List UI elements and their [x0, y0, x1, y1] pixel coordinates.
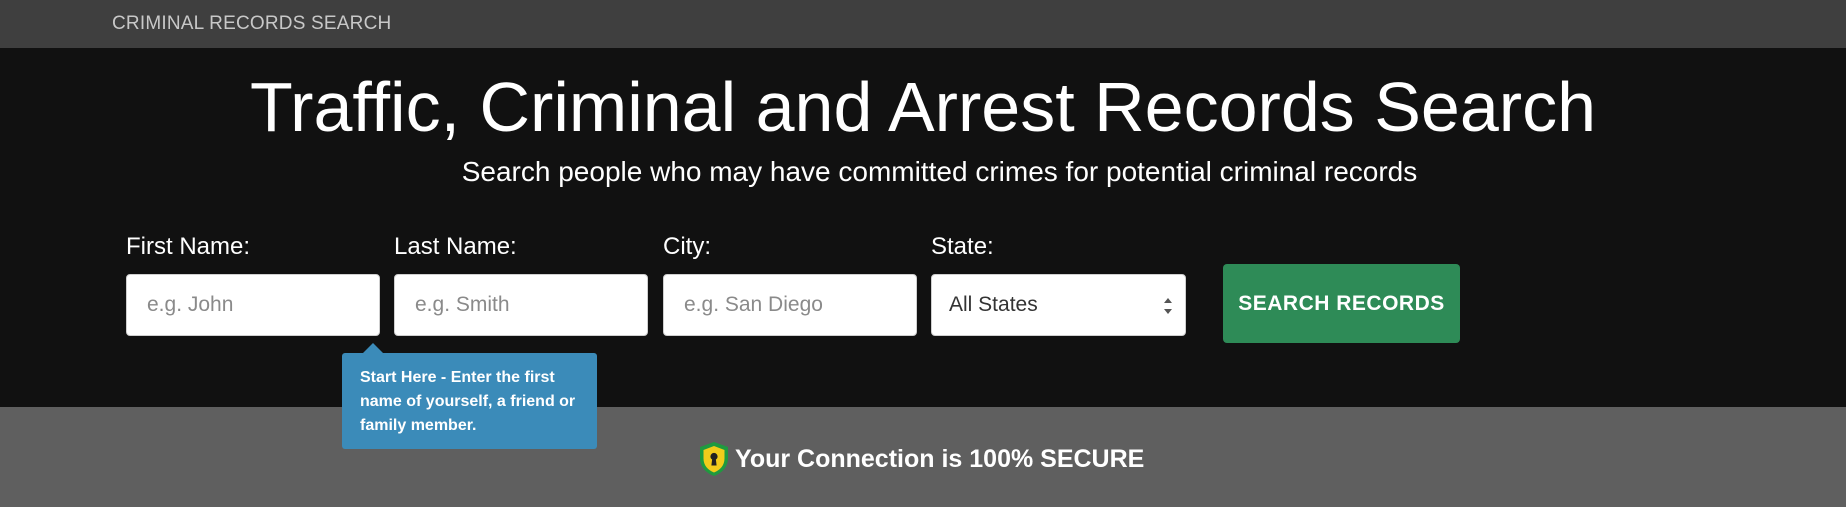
- start-here-tooltip: Start Here - Enter the first name of you…: [342, 343, 597, 449]
- tooltip-text: Start Here - Enter the first name of you…: [360, 369, 576, 434]
- state-selected-value: All States: [949, 293, 1038, 316]
- page-subtitle: Search people who may have committed cri…: [461, 156, 1418, 187]
- page-title: Traffic, Criminal and Arrest Records Sea…: [249, 68, 1597, 146]
- brand-link[interactable]: CRIMINAL RECORDS SEARCH: [112, 13, 391, 35]
- city-input[interactable]: [663, 274, 917, 336]
- security-bar: Your Connection is 100% SECURE: [0, 407, 1846, 507]
- city-label: City:: [663, 233, 711, 260]
- state-select[interactable]: All States: [931, 274, 1186, 336]
- shield-lock-icon: [700, 442, 728, 476]
- state-label: State:: [931, 233, 994, 260]
- search-records-button[interactable]: SEARCH RECORDS: [1223, 264, 1460, 343]
- top-navbar: CRIMINAL RECORDS SEARCH: [0, 0, 1846, 48]
- secure-connection: Your Connection is 100% SECURE: [698, 440, 1144, 478]
- first-name-label: First Name:: [126, 233, 251, 260]
- last-name-input[interactable]: [394, 274, 648, 336]
- hero-section: Traffic, Criminal and Arrest Records Sea…: [0, 48, 1846, 407]
- last-name-label: Last Name:: [394, 233, 517, 260]
- secure-text: Your Connection is 100% SECURE: [735, 444, 1145, 473]
- tooltip-arrow: [363, 343, 383, 353]
- select-arrows-icon: [1164, 298, 1172, 314]
- first-name-input[interactable]: [126, 274, 380, 336]
